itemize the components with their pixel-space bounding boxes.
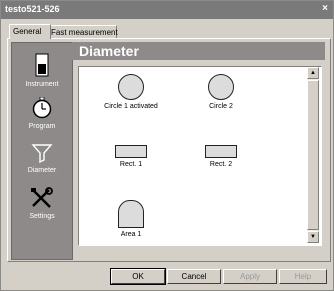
shape-label: Rect. 2 [209, 161, 233, 168]
shape-circle-2[interactable]: Circle 2 [181, 74, 261, 110]
ok-button[interactable]: OK [110, 268, 166, 285]
stopwatch-icon [32, 96, 52, 119]
area-shape [118, 200, 144, 228]
shape-label: Circle 2 [209, 103, 233, 110]
scroll-thumb[interactable] [307, 80, 319, 230]
shape-label: Area 1 [120, 231, 142, 238]
tools-icon [31, 187, 53, 208]
shape-rect-2[interactable]: Rect. 2 [181, 145, 261, 168]
sidebar-item-diameter[interactable]: Diameter [12, 143, 72, 174]
window-title: testo521-526 [5, 4, 60, 14]
sidebar-item-settings[interactable]: Settings [12, 187, 72, 220]
section-header: Diameter [72, 42, 325, 60]
title-bar[interactable]: testo521-526 × [1, 1, 333, 19]
sidebar: Instrument Program Diameter Settings [11, 42, 73, 260]
shape-rect-1[interactable]: Rect. 1 [91, 145, 171, 168]
rect-shape [115, 145, 147, 158]
instrument-icon [35, 53, 49, 77]
scroll-down-icon[interactable]: ▼ [307, 231, 319, 243]
page-title: Diameter [79, 43, 139, 59]
help-button[interactable]: Help [279, 269, 327, 284]
circle-shape [118, 74, 144, 100]
shape-canvas[interactable]: Circle 1 activated Circle 2 Rect. 1 Rect… [78, 66, 322, 246]
funnel-icon [31, 144, 53, 164]
circle-shape [208, 74, 234, 100]
close-icon[interactable]: × [322, 3, 328, 14]
shape-label: Rect. 1 [119, 161, 143, 168]
sidebar-item-label: Instrument [25, 81, 59, 88]
apply-button[interactable]: Apply [223, 269, 277, 284]
tab-general[interactable]: General [9, 24, 51, 39]
shape-label: Circle 1 activated [104, 103, 158, 110]
cancel-button[interactable]: Cancel [167, 269, 221, 284]
rect-shape [205, 145, 237, 158]
shape-area-1[interactable]: Area 1 [91, 200, 171, 238]
sidebar-item-instrument[interactable]: Instrument [12, 53, 72, 88]
tab-fast-measurement[interactable]: Fast measurement [47, 25, 118, 39]
app-window: testo521-526 × General Fast measurement … [0, 0, 334, 291]
sidebar-item-label: Program [28, 123, 56, 130]
vertical-scrollbar[interactable]: ▲ ▼ [307, 67, 319, 243]
scroll-up-icon[interactable]: ▲ [307, 67, 319, 79]
sidebar-item-label: Diameter [27, 167, 57, 174]
shape-circle-1[interactable]: Circle 1 activated [91, 74, 171, 110]
sidebar-item-label: Settings [29, 213, 55, 220]
sidebar-item-program[interactable]: Program [12, 96, 72, 130]
